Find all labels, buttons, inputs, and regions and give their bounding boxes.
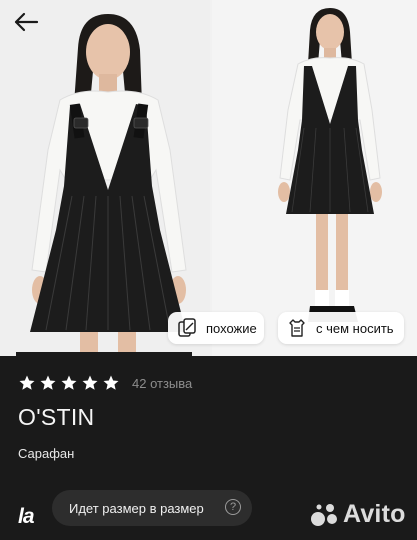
product-photo-front[interactable] (0, 0, 210, 356)
size-fit-badge[interactable]: Идет размер в размер ? (52, 490, 252, 526)
model-full-image (212, 0, 417, 356)
star-icon (60, 374, 78, 392)
brand-name[interactable]: O'STIN (18, 404, 94, 431)
back-button[interactable] (10, 8, 42, 36)
avito-wordmark: Avito (343, 500, 406, 528)
similar-icon (176, 317, 198, 339)
product-gallery[interactable]: похожие с чем носить (0, 0, 417, 356)
star-icon (18, 374, 36, 392)
star-icon (81, 374, 99, 392)
reviews-count[interactable]: 42 отзыва (132, 376, 192, 391)
rating-stars (18, 374, 120, 392)
product-photo-full[interactable] (212, 0, 417, 356)
outfit-button[interactable]: с чем носить (278, 312, 404, 344)
lamoda-logo: la (18, 505, 34, 528)
size-fit-label: Идет размер в размер (69, 500, 204, 516)
model-front-image (0, 0, 210, 356)
arrow-left-icon (14, 12, 39, 32)
outfit-label: с чем носить (316, 320, 394, 336)
help-icon[interactable]: ? (225, 499, 241, 515)
similar-button[interactable]: похожие (168, 312, 264, 344)
avito-logo-icon (311, 503, 337, 526)
star-icon (39, 374, 57, 392)
avito-watermark: Avito (310, 500, 406, 529)
similar-label: похожие (206, 320, 257, 336)
star-icon (102, 374, 120, 392)
gallery-progress-bar (16, 352, 192, 356)
outfit-icon (286, 317, 308, 339)
product-category: Сарафан (18, 446, 75, 461)
rating-row[interactable]: 42 отзыва (18, 374, 192, 392)
